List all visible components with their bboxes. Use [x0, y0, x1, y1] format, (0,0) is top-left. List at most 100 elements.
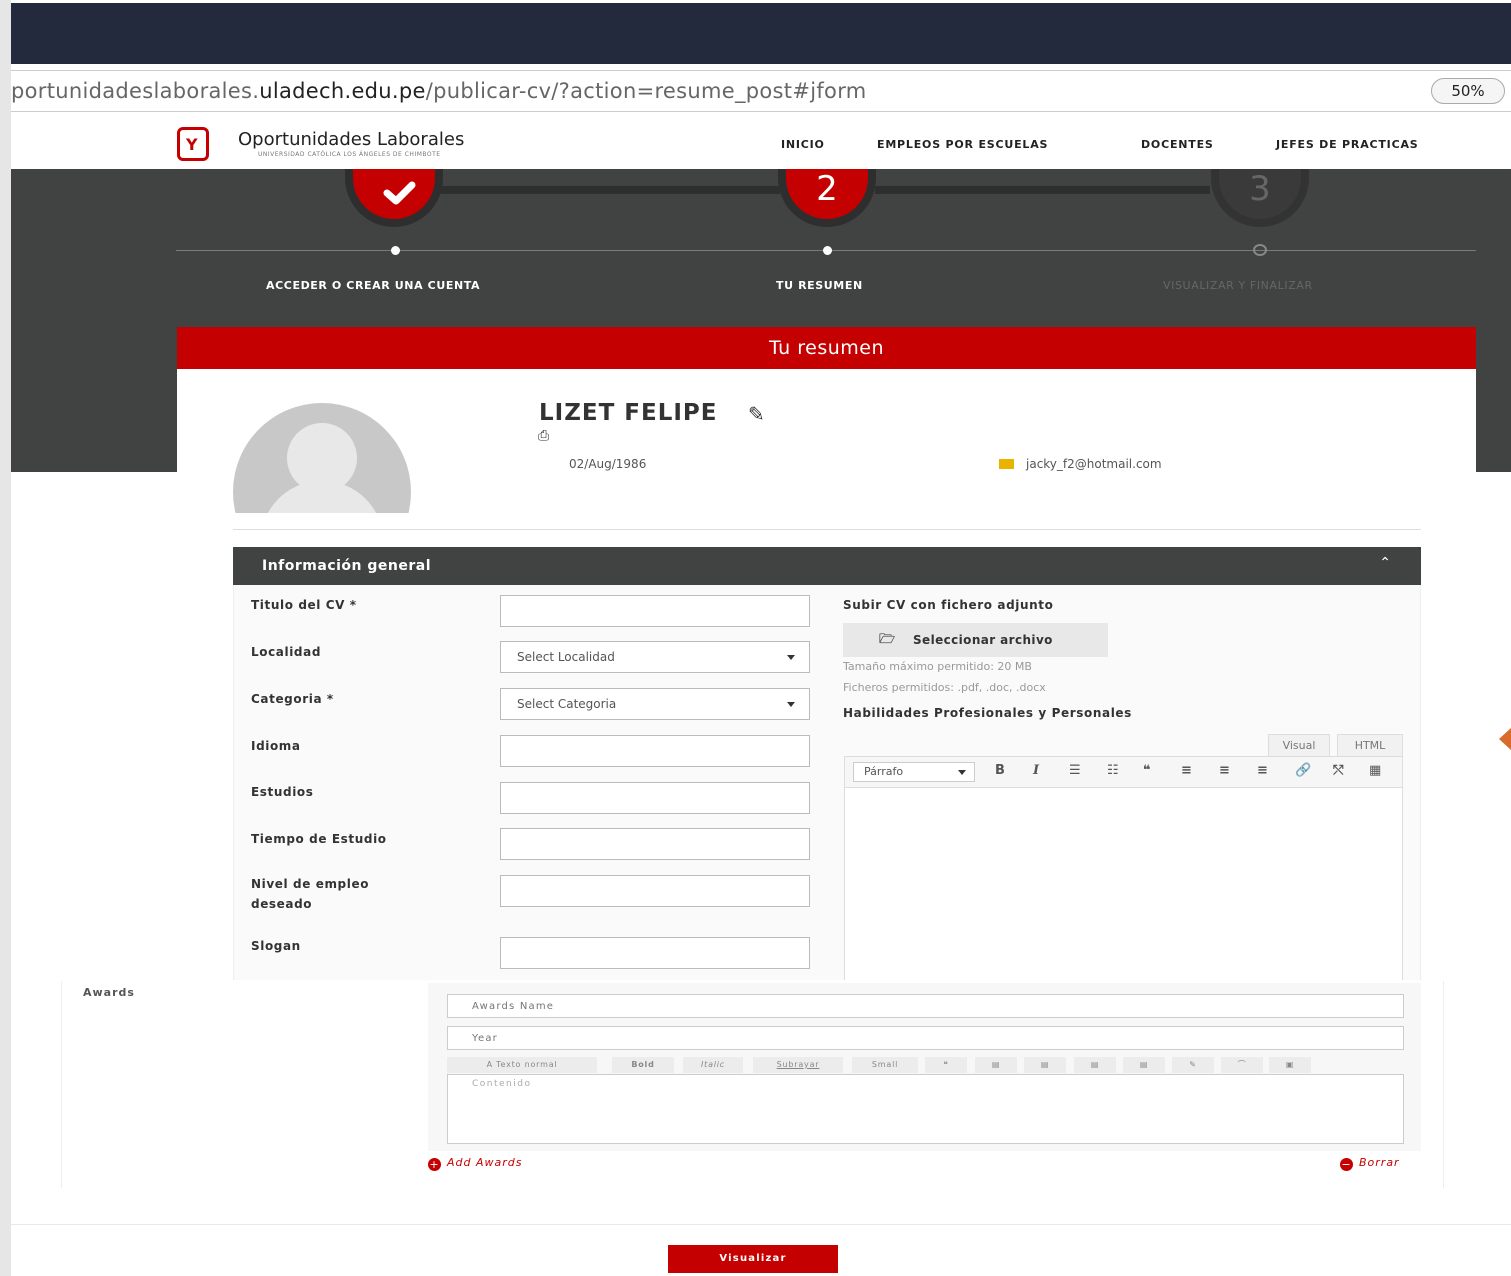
label-localidad: Localidad [251, 645, 322, 659]
label-categoria: Categoria * [251, 692, 334, 706]
address-bar[interactable]: portunidadeslaborales.uladech.edu.pe/pub… [11, 70, 1511, 112]
pencil-icon[interactable]: ✎ [1172, 1057, 1214, 1073]
skills-label: Habilidades Profesionales y Personales [843, 706, 1132, 720]
outdent-icon[interactable]: ▤ [1074, 1057, 1116, 1073]
minus-icon: − [1340, 1158, 1353, 1171]
profile-dob: 02/Aug/1986 [569, 457, 647, 471]
plus-icon: + [428, 1158, 441, 1171]
align-left-icon[interactable]: ≡ [1181, 763, 1192, 778]
tab-visual[interactable]: Visual [1268, 734, 1330, 756]
localidad-select[interactable]: Select Localidad [500, 641, 810, 673]
avatar[interactable] [233, 403, 411, 513]
chevron-up-icon[interactable]: ⌃ [1379, 555, 1391, 571]
categoria-value: Select Categoria [517, 697, 617, 711]
label-tiempo: Tiempo de Estudio [251, 832, 387, 846]
awards-content-area[interactable]: Contenido [447, 1074, 1404, 1144]
divider [233, 529, 1421, 530]
list-icon[interactable]: ▤ [975, 1057, 1017, 1073]
awards-name-input[interactable] [447, 994, 1404, 1018]
zoom-level[interactable]: 50% [1431, 78, 1505, 104]
step-2-dot [823, 246, 832, 255]
check-icon [383, 181, 416, 205]
step-2-label: TU RESUMEN [776, 279, 863, 292]
slogan-input[interactable] [500, 937, 810, 969]
envelope-icon [999, 459, 1014, 469]
blockquote-icon[interactable]: ❝ [1143, 763, 1151, 778]
label-nivel: Nivel de empleo deseado [251, 877, 370, 911]
select-file-button[interactable]: 🗁 Seleccionar archivo [843, 623, 1108, 657]
site-navbar: Y Oportunidades Laborales UNIVERSIDAD CA… [11, 119, 1511, 169]
upload-label: Subir CV con fichero adjunto [843, 598, 1054, 612]
add-awards-link[interactable]: + Add Awards [428, 1156, 522, 1171]
printer-icon[interactable]: ⎙ [538, 428, 549, 444]
align-right-icon[interactable]: ≡ [1257, 763, 1268, 778]
logo-subtitle: UNIVERSIDAD CATÓLICA LOS ÁNGELES DE CHIM… [258, 151, 441, 158]
text-style-button[interactable]: A Texto normal [447, 1057, 597, 1073]
label-slogan: Slogan [251, 939, 301, 953]
italic-icon[interactable]: I [1033, 763, 1039, 778]
step-connector [875, 186, 1210, 194]
image-icon[interactable]: ▣ [1269, 1057, 1311, 1073]
italic-button[interactable]: Italic [683, 1057, 743, 1073]
localidad-value: Select Localidad [517, 650, 615, 664]
browser-top-bar [11, 3, 1511, 64]
nav-item-inicio[interactable]: INICIO [781, 138, 825, 151]
pencil-icon[interactable]: ✎ [748, 402, 765, 426]
link-icon[interactable]: 🔗 [1295, 763, 1311, 778]
label-titulo: Titulo del CV * [251, 598, 357, 612]
step-1-label: ACCEDER O CREAR UNA CUENTA [266, 279, 481, 292]
more-icon[interactable]: ⤲ [1333, 763, 1343, 778]
bold-icon[interactable]: B [995, 763, 1005, 778]
quote-icon[interactable]: ❝ [925, 1057, 967, 1073]
titulo-input[interactable] [500, 595, 810, 627]
panel-title: Tu resumen [177, 327, 1476, 369]
awards-label: Awards [83, 986, 135, 999]
delete-awards-link[interactable]: − Borrar [1340, 1156, 1400, 1171]
link-icon[interactable]: ⌒ [1221, 1057, 1263, 1073]
step-3-number: 3 [1249, 169, 1271, 209]
editor-toolbar: Párrafo B I ☰ ☷ ❝ ≡ ≡ ≡ 🔗 ⤲ ▦ [844, 756, 1403, 788]
awards-year-input[interactable] [447, 1026, 1404, 1050]
indent-icon[interactable]: ▤ [1123, 1057, 1165, 1073]
bullet-list-icon[interactable]: ☰ [1069, 763, 1081, 778]
step-3-label: VISUALIZAR Y FINALIZAR [1163, 279, 1313, 292]
profile-name: LIZET FELIPE [539, 400, 718, 426]
left-gutter [0, 0, 11, 1276]
allowed-files-hint: Ficheros permitidos: .pdf, .doc, .docx [843, 681, 1046, 694]
url-text[interactable]: portunidadeslaborales.uladech.edu.pe/pub… [11, 79, 867, 103]
chevron-left-icon[interactable] [1499, 728, 1511, 750]
tiempo-input[interactable] [500, 828, 810, 860]
step-connector [440, 186, 780, 194]
caret-down-icon [787, 702, 795, 707]
tab-html[interactable]: HTML [1337, 734, 1403, 756]
logo-title[interactable]: Oportunidades Laborales [238, 129, 464, 150]
format-select[interactable]: Párrafo [853, 762, 975, 782]
numbered-list-icon[interactable]: ☷ [1107, 763, 1119, 778]
align-center-icon[interactable]: ≡ [1219, 763, 1230, 778]
folder-icon: 🗁 [879, 632, 896, 647]
awards-toolbar: A Texto normal Bold Italic Subrayar Smal… [447, 1057, 1404, 1073]
caret-down-icon [787, 655, 795, 660]
estudios-input[interactable] [500, 782, 810, 814]
nav-item-docentes[interactable]: DOCENTES [1141, 138, 1214, 151]
max-size-hint: Tamaño máximo permitido: 20 MB [843, 660, 1032, 673]
skills-editor-area[interactable] [844, 787, 1403, 980]
nav-item-jefes[interactable]: JEFES DE PRACTICAS [1276, 138, 1418, 151]
nav-item-empleos[interactable]: EMPLEOS POR ESCUELAS [877, 138, 1048, 151]
idioma-input[interactable] [500, 735, 810, 767]
section-header-general[interactable]: Información general ⌃ [233, 547, 1421, 585]
section-title: Información general [262, 558, 432, 574]
nivel-input[interactable] [500, 875, 810, 907]
toolbar-toggle-icon[interactable]: ▦ [1369, 763, 1381, 778]
bold-button[interactable]: Bold [612, 1057, 674, 1073]
footer-divider [11, 1224, 1511, 1225]
logo-icon[interactable]: Y [177, 127, 209, 161]
label-idioma: Idioma [251, 739, 301, 753]
visualizar-button[interactable]: Visualizar [668, 1245, 838, 1273]
step-2-number: 2 [816, 169, 838, 209]
caret-down-icon [958, 770, 966, 775]
small-button[interactable]: Small [852, 1057, 918, 1073]
underline-button[interactable]: Subrayar [753, 1057, 843, 1073]
categoria-select[interactable]: Select Categoria [500, 688, 810, 720]
numbered-list-icon[interactable]: ▤ [1024, 1057, 1066, 1073]
